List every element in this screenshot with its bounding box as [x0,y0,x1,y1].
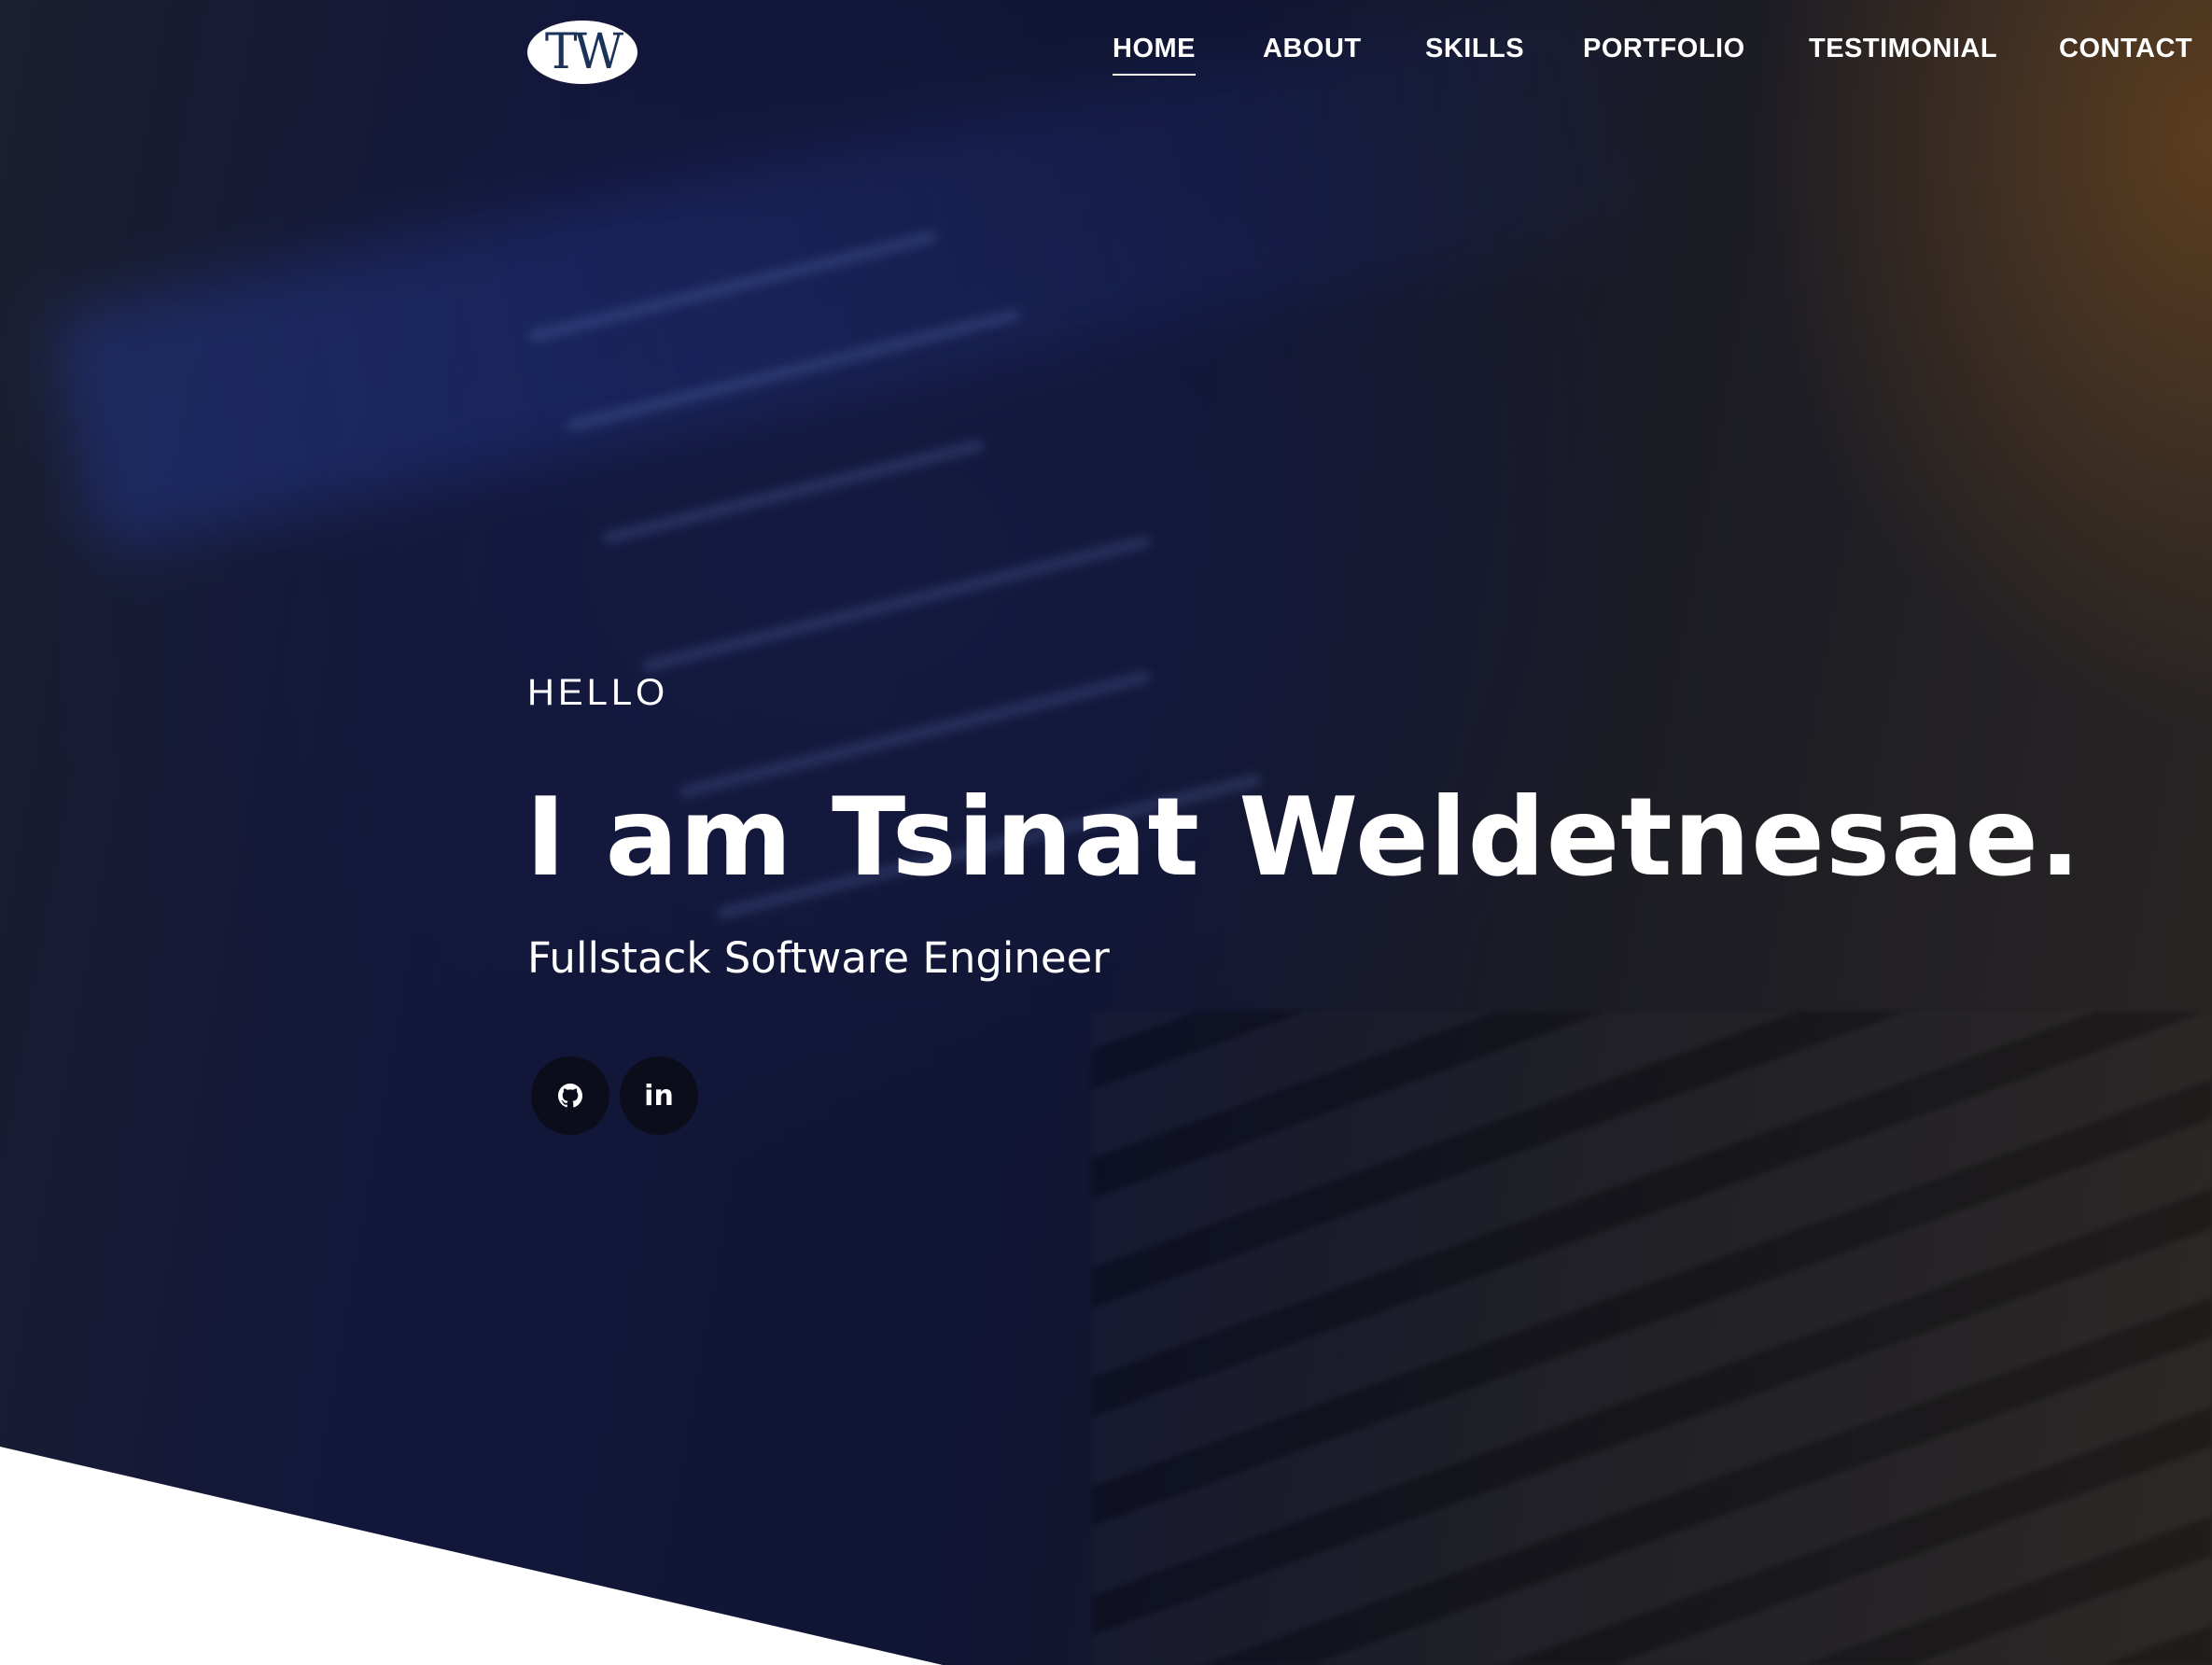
linkedin-icon: in [644,1079,674,1112]
background-code [640,534,1152,674]
nav-contact[interactable]: CONTACT [2059,34,2192,64]
nav-portfolio[interactable]: PORTFOLIO [1583,34,1745,64]
nav-testimonial[interactable]: TESTIMONIAL [1809,34,1997,64]
nav-home[interactable]: HOME [1113,34,1196,76]
section-divider [0,1447,943,1665]
nav-skills[interactable]: SKILLS [1425,34,1524,64]
main-nav: HOME ABOUT SKILLS PORTFOLIO TESTIMONIAL … [0,34,2212,76]
github-icon [558,1084,582,1108]
hero-title: I am Tsinat Weldetnesae. [525,775,2082,901]
background-keyboard [1092,1012,2212,1665]
background-code [601,438,986,546]
github-button[interactable] [531,1056,609,1135]
nav-about[interactable]: ABOUT [1263,34,1362,64]
linkedin-button[interactable]: in [620,1056,698,1135]
hero-subtitle: Fullstack Software Engineer [527,933,1110,983]
hero-greeting: HELLO [527,672,669,713]
